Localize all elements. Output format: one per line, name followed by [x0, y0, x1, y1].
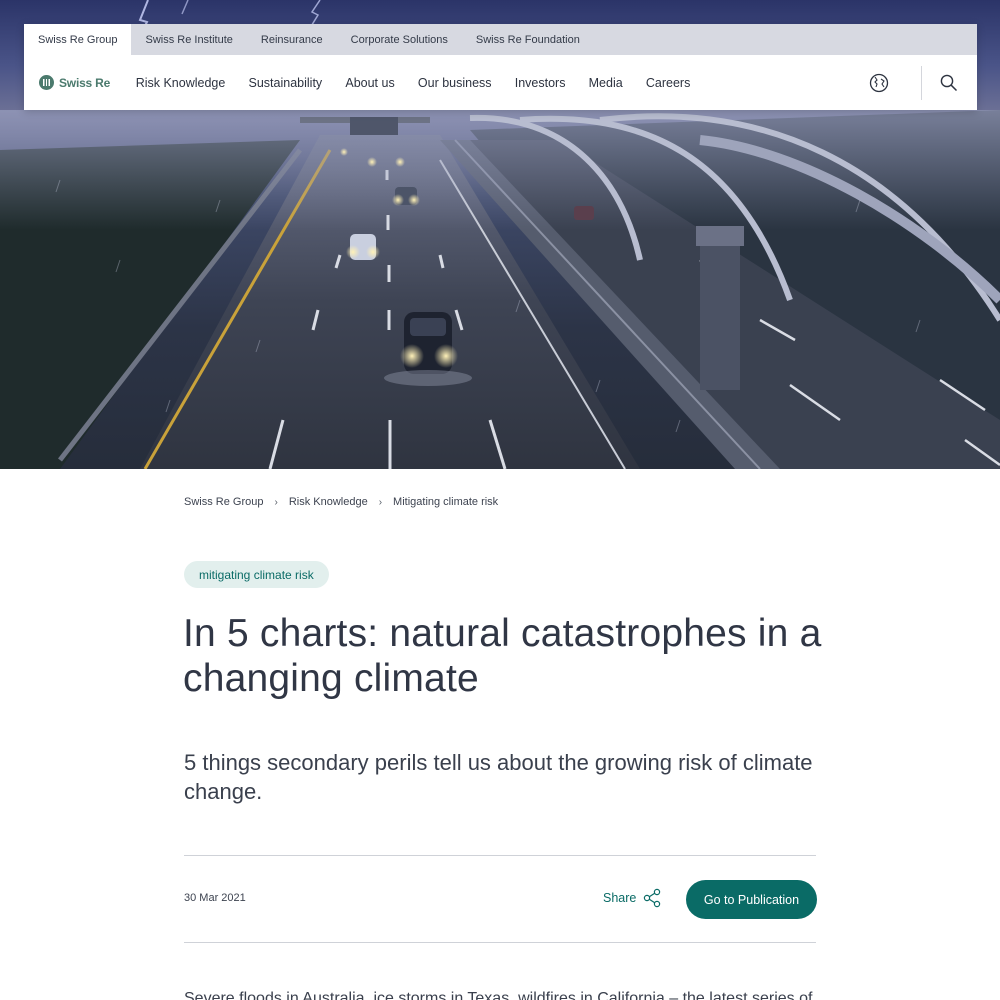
nav-item-careers[interactable]: Careers — [646, 76, 690, 90]
nav-item-about-us[interactable]: About us — [345, 76, 394, 90]
logo-text: Swiss Re — [59, 75, 111, 90]
divider-bottom — [184, 942, 816, 943]
go-to-publication-button[interactable]: Go to Publication — [686, 880, 817, 919]
share-label: Share — [603, 891, 637, 905]
group-tab-reinsurance[interactable]: Reinsurance — [247, 24, 337, 55]
nav-item-media[interactable]: Media — [589, 76, 623, 90]
breadcrumb-item-swiss-re-group[interactable]: Swiss Re Group — [184, 496, 263, 508]
group-tab-swiss-re-group[interactable]: Swiss Re Group — [24, 24, 132, 55]
share-button[interactable]: Share — [603, 888, 662, 908]
breadcrumb-item-risk-knowledge[interactable]: Risk Knowledge — [289, 496, 368, 508]
divider-top — [184, 855, 816, 856]
nav-item-sustainability[interactable]: Sustainability — [249, 76, 323, 90]
breadcrumb: Swiss Re Group › Risk Knowledge › Mitiga… — [184, 496, 498, 508]
publish-date: 30 Mar 2021 — [184, 892, 246, 904]
group-tab-swiss-re-foundation[interactable]: Swiss Re Foundation — [462, 24, 594, 55]
share-icon — [644, 888, 661, 908]
header-tools — [869, 55, 977, 110]
topic-tag[interactable]: mitigating climate risk — [184, 561, 329, 588]
nav-item-our-business[interactable]: Our business — [418, 76, 492, 90]
group-tab-corporate-solutions[interactable]: Corporate Solutions — [337, 24, 462, 55]
main-navigation: Swiss Re Risk Knowledge Sustainability A… — [24, 55, 977, 110]
swiss-re-logo-icon — [39, 75, 54, 90]
globe-icon[interactable] — [869, 73, 889, 93]
breadcrumb-item-mitigating-climate-risk[interactable]: Mitigating climate risk — [393, 496, 498, 508]
chevron-right-icon: › — [274, 496, 278, 508]
swiss-re-logo[interactable]: Swiss Re — [39, 75, 110, 90]
nav-item-risk-knowledge[interactable]: Risk Knowledge — [136, 76, 226, 90]
group-bar: Swiss Re Group Swiss Re Institute Reinsu… — [24, 24, 977, 55]
article-body-text: Severe floods in Australia, ice storms i… — [184, 990, 813, 1000]
page-subtitle: 5 things secondary perils tell us about … — [184, 750, 813, 804]
group-tab-swiss-re-institute[interactable]: Swiss Re Institute — [131, 24, 246, 55]
chevron-right-icon: › — [378, 496, 383, 508]
nav-item-investors[interactable]: Investors — [515, 76, 566, 90]
header-divider — [921, 65, 922, 100]
page-title: In 5 charts: natural catastrophes in a c… — [183, 612, 822, 700]
search-icon[interactable] — [940, 74, 958, 92]
site-header: Swiss Re Group Swiss Re Institute Reinsu… — [24, 24, 977, 110]
